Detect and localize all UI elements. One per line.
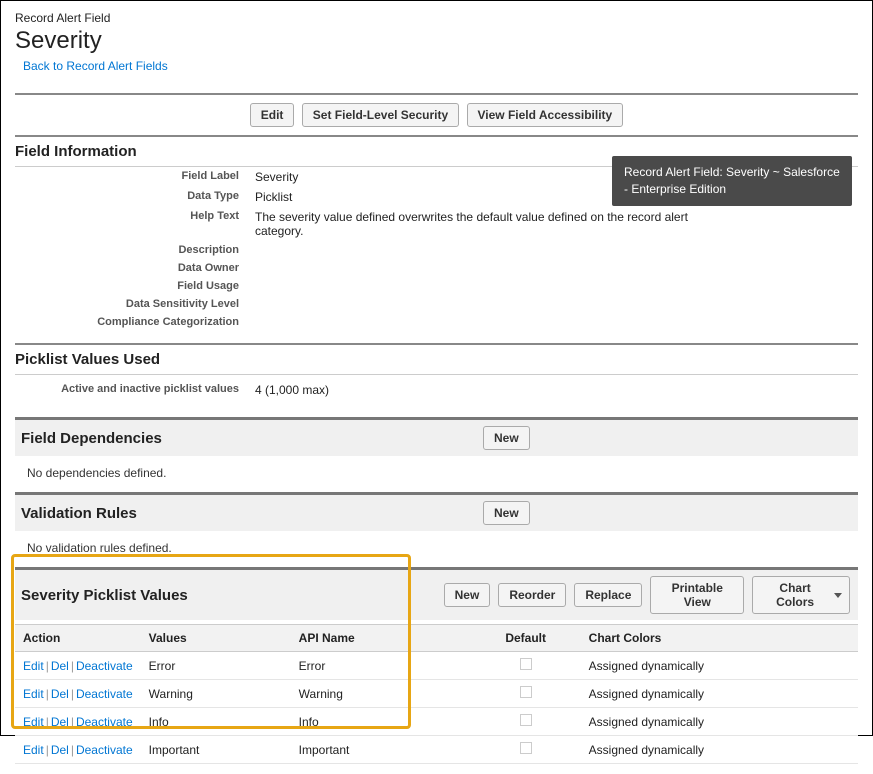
set-field-security-button[interactable]: Set Field-Level Security — [302, 103, 459, 127]
edit-link[interactable]: Edit — [23, 743, 44, 757]
default-checkbox[interactable] — [520, 686, 532, 698]
del-link[interactable]: Del — [51, 687, 69, 701]
deactivate-link[interactable]: Deactivate — [76, 715, 133, 729]
default-checkbox[interactable] — [520, 714, 532, 726]
page-title: Severity — [15, 27, 858, 55]
field-usage-value — [255, 280, 695, 292]
col-action: Action — [15, 625, 141, 652]
default-checkbox[interactable] — [520, 742, 532, 754]
picklist-default-cell — [471, 652, 581, 680]
validation-new-button[interactable]: New — [483, 501, 530, 525]
compliance-value — [255, 316, 695, 328]
picklist-value: Important — [141, 736, 291, 764]
picklist-value: Error — [141, 652, 291, 680]
data-sensitivity-value — [255, 298, 695, 310]
picklist-value: Info — [141, 708, 291, 736]
del-link[interactable]: Del — [51, 659, 69, 673]
description-value — [255, 244, 695, 256]
view-accessibility-button[interactable]: View Field Accessibility — [467, 103, 624, 127]
description-label: Description — [15, 244, 255, 256]
col-default: Default — [471, 625, 581, 652]
browser-tooltip: Record Alert Field: Severity ~ Salesforc… — [612, 156, 852, 206]
compliance-label: Compliance Categorization — [15, 316, 255, 328]
table-row: Edit|Del|DeactivateInfoInfoAssigned dyna… — [15, 708, 858, 736]
picklist-chart-colors: Assigned dynamically — [581, 680, 858, 708]
col-chart-colors: Chart Colors — [581, 625, 858, 652]
picklist-api-name: Info — [291, 708, 471, 736]
picklist-reorder-button[interactable]: Reorder — [498, 583, 566, 607]
field-label-label: Field Label — [15, 170, 255, 184]
top-button-bar: Edit Set Field-Level Security View Field… — [15, 95, 858, 135]
validation-empty: No validation rules defined. — [15, 531, 858, 565]
picklist-chart-colors: Assigned dynamically — [581, 736, 858, 764]
picklist-chart-colors-button[interactable]: Chart Colors — [752, 576, 850, 614]
picklist-api-name: Important — [291, 736, 471, 764]
picklist-value: Warning — [141, 680, 291, 708]
picklist-new-button[interactable]: New — [444, 583, 491, 607]
field-deps-empty: No dependencies defined. — [15, 456, 858, 490]
data-sensitivity-label: Data Sensitivity Level — [15, 298, 255, 310]
edit-link[interactable]: Edit — [23, 687, 44, 701]
picklist-replace-button[interactable]: Replace — [574, 583, 642, 607]
data-type-label: Data Type — [15, 190, 255, 204]
help-text-value: The severity value defined overwrites th… — [255, 210, 695, 238]
field-deps-header: Field Dependencies — [21, 430, 461, 447]
edit-link[interactable]: Edit — [23, 659, 44, 673]
deactivate-link[interactable]: Deactivate — [76, 687, 133, 701]
del-link[interactable]: Del — [51, 715, 69, 729]
deactivate-link[interactable]: Deactivate — [76, 743, 133, 757]
col-api-name: API Name — [291, 625, 471, 652]
data-owner-label: Data Owner — [15, 262, 255, 274]
picklist-used-value: 4 (1,000 max) — [255, 383, 695, 397]
help-text-label: Help Text — [15, 210, 255, 238]
picklist-printable-button[interactable]: Printable View — [650, 576, 744, 614]
picklist-chart-colors: Assigned dynamically — [581, 652, 858, 680]
picklist-default-cell — [471, 736, 581, 764]
picklist-api-name: Error — [291, 652, 471, 680]
col-values: Values — [141, 625, 291, 652]
picklist-used-label: Active and inactive picklist values — [15, 383, 255, 397]
picklist-api-name: Warning — [291, 680, 471, 708]
picklist-values-header: Severity Picklist Values — [21, 587, 442, 604]
picklist-table: Action Values API Name Default Chart Col… — [15, 624, 858, 764]
picklist-used-header: Picklist Values Used — [15, 343, 858, 375]
default-checkbox[interactable] — [520, 658, 532, 670]
edit-link[interactable]: Edit — [23, 715, 44, 729]
picklist-default-cell — [471, 708, 581, 736]
picklist-default-cell — [471, 680, 581, 708]
field-usage-label: Field Usage — [15, 280, 255, 292]
validation-header: Validation Rules — [21, 505, 461, 522]
back-link[interactable]: Back to Record Alert Fields — [23, 59, 168, 73]
table-row: Edit|Del|DeactivateErrorErrorAssigned dy… — [15, 652, 858, 680]
field-deps-new-button[interactable]: New — [483, 426, 530, 450]
picklist-chart-colors: Assigned dynamically — [581, 708, 858, 736]
breadcrumb: Record Alert Field — [15, 11, 858, 25]
table-row: Edit|Del|DeactivateWarningWarningAssigne… — [15, 680, 858, 708]
del-link[interactable]: Del — [51, 743, 69, 757]
data-owner-value — [255, 262, 695, 274]
deactivate-link[interactable]: Deactivate — [76, 659, 133, 673]
table-row: Edit|Del|DeactivateImportantImportantAss… — [15, 736, 858, 764]
edit-button[interactable]: Edit — [250, 103, 295, 127]
